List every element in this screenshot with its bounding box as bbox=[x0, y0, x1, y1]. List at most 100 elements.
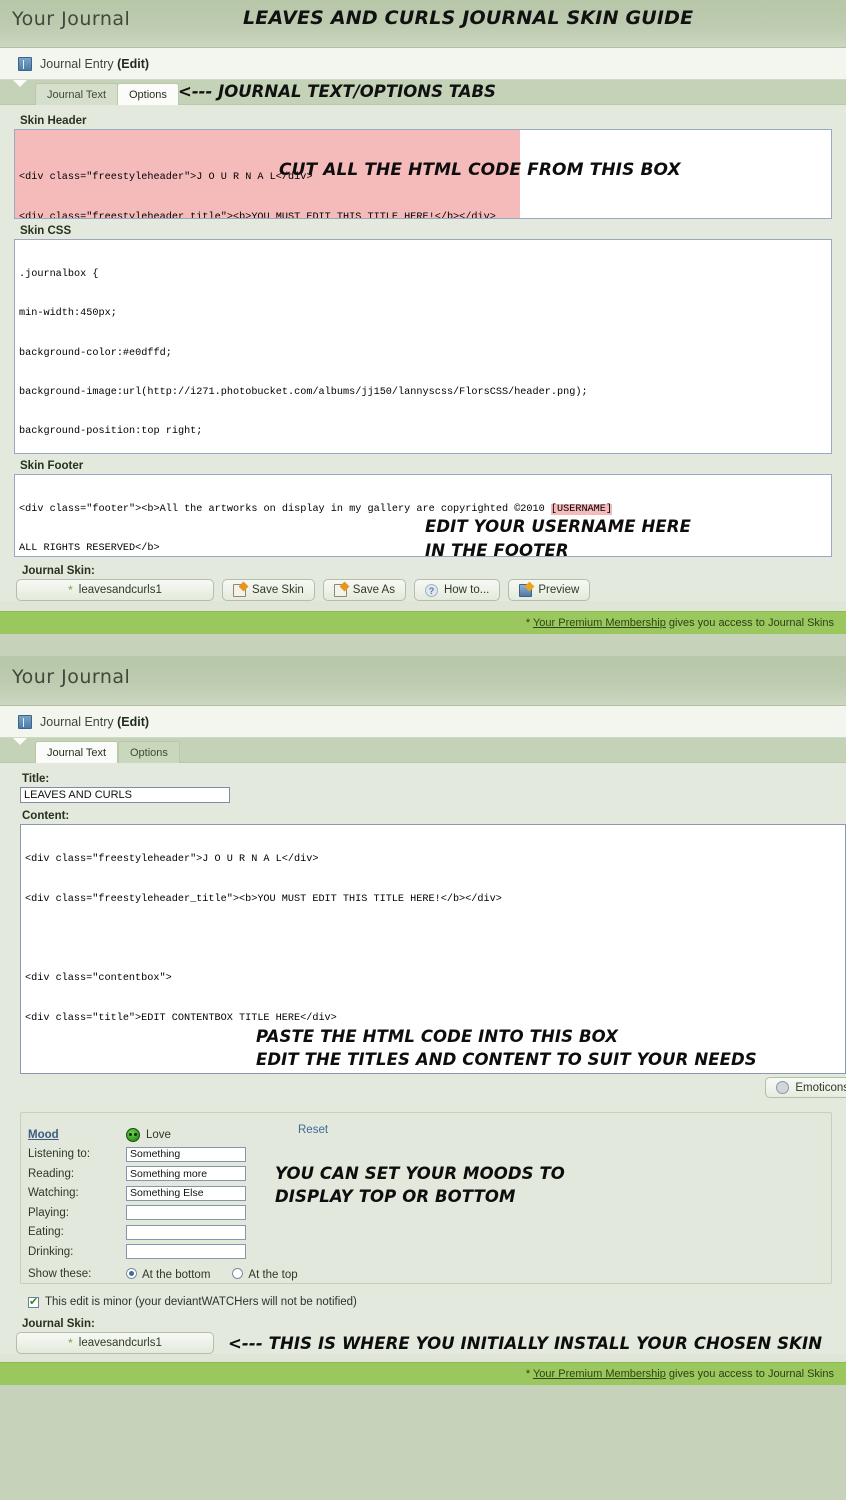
skin-selector-label: leavesandcurls1 bbox=[78, 1337, 162, 1349]
content-annotation-line1: PASTE THE HTML CODE INTO THIS BOX bbox=[256, 1027, 619, 1046]
skin-selector-button[interactable]: * leavesandcurls1 bbox=[16, 1332, 214, 1354]
radio-at-bottom-dot bbox=[126, 1267, 137, 1279]
mood-header-row: Mood Love bbox=[21, 1125, 831, 1145]
content-annotation-line2: EDIT THE TITLES AND CONTENT TO SUIT YOUR… bbox=[256, 1050, 757, 1069]
guide-title-annotation: LEAVES AND CURLS JOURNAL SKIN GUIDE bbox=[243, 7, 694, 29]
journal-book-icon bbox=[18, 56, 32, 71]
skin-install-annotation: <--- THIS IS WHERE YOU INITIALLY INSTALL… bbox=[228, 1333, 823, 1353]
entry-label-text: Journal Entry bbox=[40, 714, 118, 729]
panel2-entry-label: Journal Entry (Edit) bbox=[40, 715, 149, 729]
panel-divider bbox=[0, 634, 846, 656]
entry-label-mode: (Edit) bbox=[117, 56, 150, 71]
mood-field-row: Listening to: bbox=[21, 1145, 831, 1165]
footer-line-1-pre: <div class="footer"><b>All the artworks … bbox=[19, 504, 551, 516]
panel1-banner-title: Your Journal bbox=[12, 8, 131, 30]
tab-journal-text[interactable]: Journal Text bbox=[35, 83, 119, 105]
skin-footer-label: Skin Footer bbox=[20, 460, 84, 472]
eating-input[interactable] bbox=[126, 1224, 246, 1240]
minor-edit-checkbox[interactable] bbox=[28, 1295, 39, 1308]
premium-star-icon: * bbox=[68, 1336, 73, 1350]
entry-label-text: Journal Entry bbox=[40, 56, 118, 71]
clipboard-pencil-icon bbox=[333, 583, 347, 597]
premium-star: * bbox=[525, 617, 531, 629]
minor-edit-row[interactable]: This edit is minor (your deviantWATCHers… bbox=[28, 1295, 846, 1308]
radio-at-top[interactable]: At the top bbox=[232, 1267, 298, 1281]
drinking-label: Drinking: bbox=[28, 1245, 74, 1258]
content-line: <div class="title">EDIT CONTENTBOX TITLE… bbox=[25, 1012, 337, 1024]
mood-link[interactable]: Mood bbox=[28, 1129, 59, 1141]
mood-face-icon bbox=[126, 1127, 140, 1142]
content-line: <div class="freestyleheader">J O U R N A… bbox=[25, 854, 319, 866]
emoticons-label: Emoticons bbox=[795, 1081, 846, 1094]
skin-header-line-1: <div class="freestyleheader_title"><b>YO… bbox=[19, 211, 496, 219]
premium-tail: gives you access to Journal Skins bbox=[665, 1368, 834, 1380]
premium-star-icon: * bbox=[68, 583, 73, 597]
premium-membership-link[interactable]: Your Premium Membership bbox=[533, 1368, 666, 1380]
reset-link[interactable]: Reset bbox=[298, 1124, 328, 1136]
clipboard-pencil-icon bbox=[233, 583, 246, 597]
premium-membership-link[interactable]: Your Premium Membership bbox=[533, 617, 666, 629]
panel1-tabstrip: Journal Text Options <--- JOURNAL TEXT/O… bbox=[0, 80, 846, 105]
panel2-banner-title: Your Journal bbox=[12, 666, 131, 688]
watching-label: Watching: bbox=[28, 1187, 79, 1200]
radio-at-top-label: At the top bbox=[248, 1268, 298, 1281]
drinking-input[interactable] bbox=[126, 1244, 246, 1260]
tab-options[interactable]: Options bbox=[118, 741, 180, 763]
tab-pointer-arrow bbox=[13, 80, 27, 87]
listening-label: Listening to: bbox=[28, 1148, 91, 1161]
skin-header-annotation: CUT ALL THE HTML CODE FROM THIS BOX bbox=[279, 160, 681, 180]
panel1-journal-skin-label: Journal Skin: bbox=[22, 565, 95, 577]
css-line: background-image:url(http://i271.photobu… bbox=[19, 387, 588, 399]
tab-options[interactable]: Options bbox=[117, 83, 179, 105]
reading-input[interactable] bbox=[126, 1166, 246, 1182]
footer-annotation-line2: IN THE FOOTER bbox=[425, 541, 569, 560]
radio-at-bottom-label: At the bottom bbox=[142, 1268, 211, 1281]
minor-edit-label: This edit is minor (your deviantWATCHers… bbox=[45, 1296, 357, 1308]
panel2-tabstrip: Journal Text Options bbox=[0, 738, 846, 763]
footer-annotation-line1: EDIT YOUR USERNAME HERE bbox=[425, 517, 691, 536]
tab-journal-text[interactable]: Journal Text bbox=[35, 741, 119, 763]
save-as-label: Save As bbox=[352, 584, 395, 596]
panel1-body: Skin Header <div class="freestyleheader"… bbox=[0, 105, 846, 601]
skin-header-label: Skin Header bbox=[20, 115, 87, 127]
save-skin-label: Save Skin bbox=[252, 584, 304, 596]
preview-button[interactable]: Preview bbox=[508, 579, 591, 601]
css-line: min-width:450px; bbox=[19, 308, 117, 320]
guide-page: Your Journal LEAVES AND CURLS JOURNAL SK… bbox=[0, 0, 846, 1500]
content-line: <div class="contentbox"> bbox=[25, 973, 172, 985]
skin-header-block: Skin Header <div class="freestyleheader"… bbox=[14, 115, 832, 219]
eating-label: Eating: bbox=[28, 1226, 64, 1239]
panel2-skin-row: * leavesandcurls1 <--- THIS IS WHERE YOU… bbox=[16, 1332, 846, 1354]
listening-input[interactable] bbox=[126, 1146, 246, 1162]
content-line: <div class="freestyleheader_title"><b>YO… bbox=[25, 894, 502, 906]
radio-at-bottom[interactable]: At the bottom bbox=[126, 1267, 211, 1281]
entry-label-mode: (Edit) bbox=[117, 714, 150, 729]
panel1-entry-label: Journal Entry (Edit) bbox=[40, 57, 149, 71]
title-label: Title: bbox=[22, 773, 50, 785]
skin-css-textarea[interactable]: .journalbox { min-width:450px; backgroun… bbox=[14, 239, 832, 454]
panel2-premium-strip: * Your Premium Membership gives you acce… bbox=[0, 1362, 846, 1385]
watching-input[interactable] bbox=[126, 1185, 246, 1201]
emoticon-face-icon bbox=[776, 1081, 790, 1094]
title-input[interactable]: LEAVES AND CURLS bbox=[20, 787, 230, 803]
journal-book-icon bbox=[18, 714, 32, 729]
reading-label: Reading: bbox=[28, 1167, 75, 1180]
mood-field-row: Drinking: bbox=[21, 1242, 831, 1262]
emoticons-button[interactable]: Emoticons bbox=[765, 1077, 846, 1098]
save-as-button[interactable]: Save As bbox=[322, 579, 406, 601]
how-to-button[interactable]: ? How to... bbox=[413, 579, 501, 601]
content-textarea[interactable]: <div class="freestyleheader">J O U R N A… bbox=[20, 824, 846, 1074]
playing-input[interactable] bbox=[126, 1205, 246, 1221]
skin-header-line-0: <div class="freestyleheader">J O U R N A… bbox=[19, 172, 313, 184]
css-line: background-color:#e0dffd; bbox=[19, 347, 172, 359]
skin-footer-textarea[interactable]: <div class="footer"><b>All the artworks … bbox=[14, 474, 832, 557]
playing-label: Playing: bbox=[28, 1206, 69, 1219]
footer-line-2: ALL RIGHTS RESERVED</b> bbox=[19, 543, 160, 555]
panel2-journal-skin-label: Journal Skin: bbox=[22, 1318, 95, 1330]
skin-selector-button[interactable]: * leavesandcurls1 bbox=[16, 579, 214, 601]
skin-selector-label: leavesandcurls1 bbox=[78, 584, 162, 596]
panel1-skin-toolbar: * leavesandcurls1 Save Skin Save As ? Ho… bbox=[16, 579, 846, 601]
save-skin-button[interactable]: Save Skin bbox=[222, 579, 315, 601]
mood-panel: Mood Love Reset Listening to: Reading: bbox=[20, 1112, 832, 1284]
tabs-annotation: <--- JOURNAL TEXT/OPTIONS TABS bbox=[178, 82, 496, 101]
